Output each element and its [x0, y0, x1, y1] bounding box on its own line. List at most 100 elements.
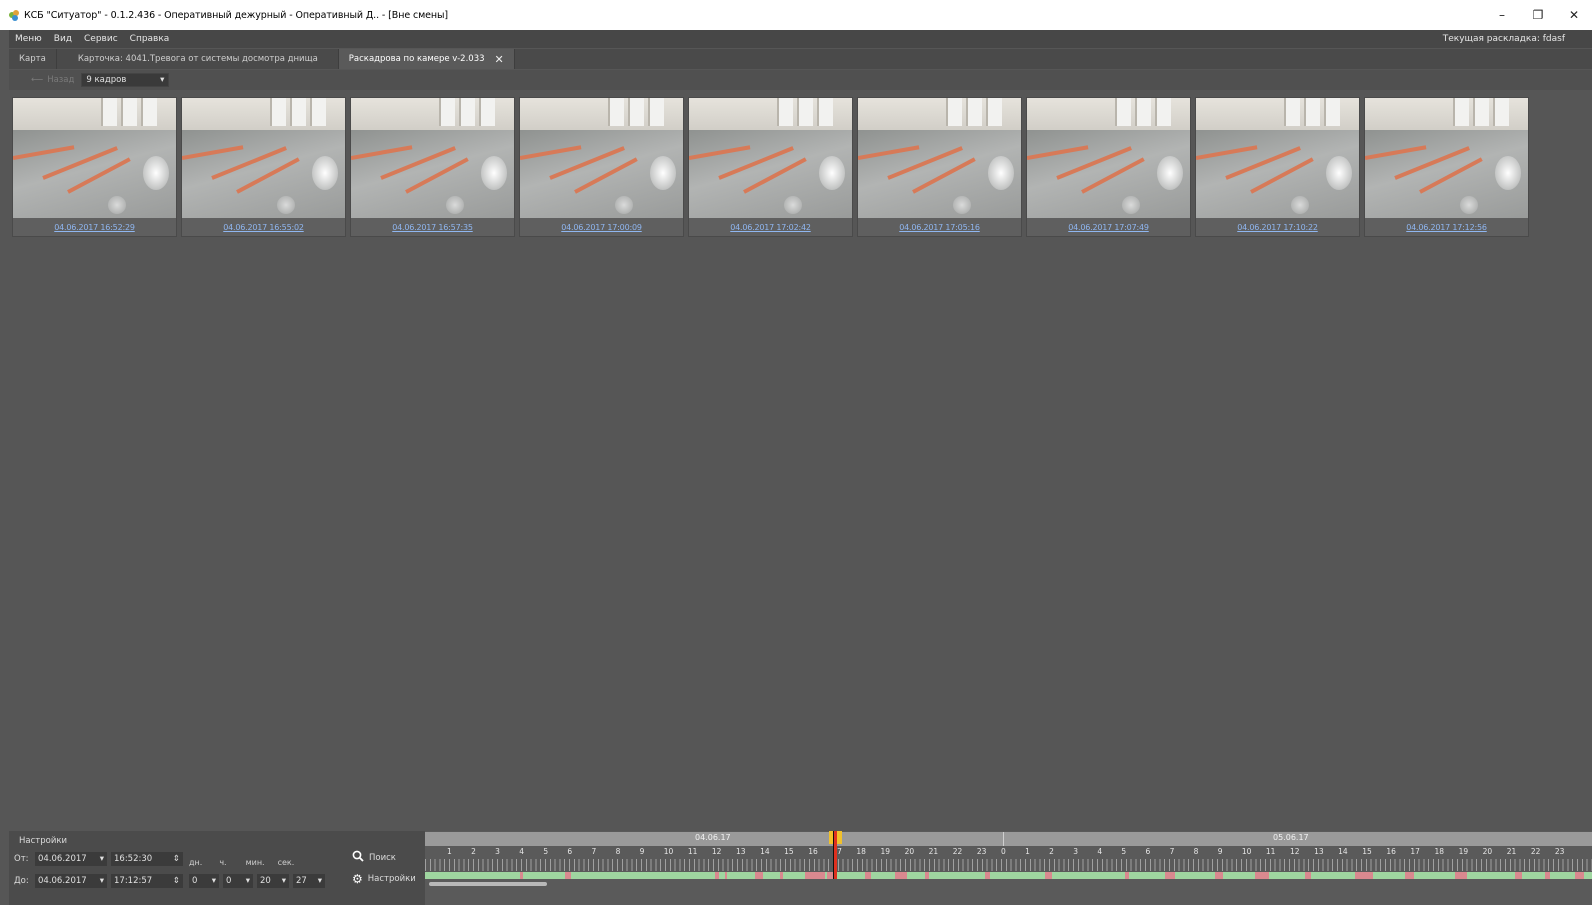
to-time-spinner[interactable]: 17:12:57 ⇕ [111, 874, 183, 888]
hour-label: 19 [880, 847, 891, 856]
frame-thumbnail[interactable]: 04.06.2017 17:05:16 [857, 97, 1022, 237]
timeline-cursor[interactable] [829, 831, 842, 879]
frame-timestamp-link[interactable]: 04.06.2017 17:00:09 [561, 223, 642, 232]
unit-seconds: сек. [277, 857, 295, 867]
tab-label: Раскадрова по камере v-2.033 [348, 54, 485, 64]
frame-thumbnail[interactable]: 04.06.2017 16:57:35 [350, 97, 515, 237]
hour-label: 16 [808, 847, 818, 856]
frame-timestamp-link[interactable]: 04.06.2017 17:10:22 [1237, 223, 1318, 232]
chevron-down-icon: ▾ [99, 854, 104, 864]
settings-button-label: Настройки [367, 874, 416, 884]
timeline-ticks [425, 859, 1592, 871]
frame-timestamp-link[interactable]: 04.06.2017 17:12:56 [1406, 223, 1487, 232]
frame-thumbnail[interactable]: 04.06.2017 17:02:42 [688, 97, 853, 237]
frame-thumbnail[interactable]: 04.06.2017 17:12:56 [1364, 97, 1529, 237]
frame-image[interactable] [351, 98, 514, 218]
alarm-segment [1305, 872, 1311, 879]
timeline[interactable]: 04.06.17 05.06.17 1 2 3 4 5 6 7 8 9 10 11 12 13 14 15 1… [425, 831, 1592, 905]
frame-timestamp-link[interactable]: 04.06.2017 16:57:35 [392, 223, 473, 232]
frame-thumbnail[interactable]: 04.06.2017 17:10:22 [1195, 97, 1360, 237]
frame-timestamp-link[interactable]: 04.06.2017 17:07:49 [1068, 223, 1149, 232]
hour-label: 15 [784, 847, 794, 856]
alarm-segment [1165, 872, 1175, 879]
menu-item-service[interactable]: Сервис [78, 34, 124, 44]
frame-thumbnail[interactable]: 04.06.2017 17:07:49 [1026, 97, 1191, 237]
interval-hours-select[interactable]: 0 ▾ [223, 874, 253, 888]
frame-image[interactable] [1365, 98, 1528, 218]
alarm-segment [1045, 872, 1052, 879]
interval-seconds-value: 27 [296, 876, 307, 886]
hour-label: 11 [1265, 847, 1276, 856]
timeline-hour-labels: 1 2 3 4 5 6 7 8 9 10 11 12 13 14 15 16 17 18 19 20 21 22 23 0 1 2… [425, 847, 1592, 859]
chevron-down-icon: ▾ [317, 876, 322, 886]
toolbar: ⟵ Назад 9 кадров ▾ [9, 70, 1592, 90]
settings-button[interactable]: ⚙ Настройки [352, 872, 416, 886]
close-tab-icon[interactable]: ✕ [495, 53, 504, 66]
frame-timestamp-link[interactable]: 04.06.2017 17:05:16 [899, 223, 980, 232]
frame-timestamp-row: 04.06.2017 17:10:22 [1196, 218, 1359, 236]
frame-image[interactable] [520, 98, 683, 218]
restore-icon[interactable]: ❐ [1520, 8, 1556, 22]
from-date-picker[interactable]: 04.06.2017 ▾ [35, 852, 107, 866]
close-icon[interactable]: ✕ [1556, 8, 1592, 22]
search-button[interactable]: Поиск [352, 850, 396, 865]
frame-image[interactable] [858, 98, 1021, 218]
timeline-scrollbar[interactable] [429, 882, 547, 886]
timeline-date-header: 04.06.17 05.06.17 [425, 832, 1592, 846]
to-row: До: 04.06.2017 ▾ 17:12:57 ⇕ 0 ▾ 0 ▾ 20 ▾ 27 ▾ [9, 873, 329, 889]
frame-image[interactable] [689, 98, 852, 218]
interval-days-select[interactable]: 0 ▾ [189, 874, 219, 888]
minimize-icon[interactable]: – [1484, 8, 1520, 22]
tab-label: Карта [19, 54, 46, 64]
alarm-segment [1455, 872, 1467, 879]
tab-alarm-card[interactable]: Карточка: 4041.Тревога от системы досмот… [56, 49, 339, 69]
tab-map[interactable]: Карта [9, 49, 57, 69]
menu-item-help[interactable]: Справка [124, 34, 176, 44]
window-title: КСБ "Ситуатор" - 0.1.2.436 - Оперативный… [24, 9, 449, 21]
hour-label: 20 [904, 847, 915, 856]
alarm-segment [985, 872, 990, 879]
frame-timestamp-link[interactable]: 04.06.2017 16:55:02 [223, 223, 304, 232]
back-arrow-icon: ⟵ [31, 75, 44, 85]
frames-count-select[interactable]: 9 кадров ▾ [81, 73, 170, 87]
from-time-spinner[interactable]: 16:52:30 ⇕ [111, 852, 183, 866]
hour-label: 22 [1530, 847, 1541, 856]
hour-label: 4 [519, 847, 525, 856]
frame-image[interactable] [182, 98, 345, 218]
chevron-down-icon: ▾ [211, 876, 216, 886]
tab-camera-storyboard[interactable]: Раскадрова по камере v-2.033 ✕ [338, 49, 515, 69]
menu-item-view[interactable]: Вид [48, 34, 78, 44]
frame-timestamp-row: 04.06.2017 16:52:29 [13, 218, 176, 236]
frame-thumbnail[interactable]: 04.06.2017 16:52:29 [12, 97, 177, 237]
interval-seconds-select[interactable]: 27 ▾ [293, 874, 325, 888]
alarm-segment [1355, 872, 1373, 879]
menu-item-menu[interactable]: Меню [9, 34, 48, 44]
interval-minutes-select[interactable]: 20 ▾ [257, 874, 289, 888]
frame-image[interactable] [1027, 98, 1190, 218]
hour-label: 5 [1121, 847, 1127, 856]
alarm-segment [865, 872, 871, 879]
frame-image[interactable] [13, 98, 176, 218]
to-date-picker[interactable]: 04.06.2017 ▾ [35, 874, 107, 888]
alarm-segment [925, 872, 929, 879]
alarm-segment [520, 872, 523, 879]
hour-label: 14 [1338, 847, 1348, 856]
unit-minutes: мин. [245, 857, 265, 867]
search-settings-panel: Настройки От: 04.06.2017 ▾ 16:52:30 ⇕ дн. … [9, 831, 424, 905]
hour-label: 16 [1386, 847, 1396, 856]
day-separator [1003, 832, 1004, 846]
back-button[interactable]: ⟵ Назад [31, 75, 74, 85]
from-time-value: 16:52:30 [114, 854, 153, 864]
timeline-recording-bar[interactable] [425, 872, 1592, 879]
frame-timestamp-link[interactable]: 04.06.2017 17:02:42 [730, 223, 811, 232]
frame-image[interactable] [1196, 98, 1359, 218]
frame-thumbnail[interactable]: 04.06.2017 16:55:02 [181, 97, 346, 237]
frame-timestamp-row: 04.06.2017 16:57:35 [351, 218, 514, 236]
hour-label: 11 [687, 847, 698, 856]
hour-label: 7 [591, 847, 597, 856]
frame-thumbnail[interactable]: 04.06.2017 17:00:09 [519, 97, 684, 237]
hour-label: 15 [1362, 847, 1372, 856]
frame-timestamp-link[interactable]: 04.06.2017 16:52:29 [54, 223, 135, 232]
current-layout-label[interactable]: Текущая раскладка: fdasf [1443, 34, 1565, 44]
interval-days-value: 0 [192, 876, 198, 886]
